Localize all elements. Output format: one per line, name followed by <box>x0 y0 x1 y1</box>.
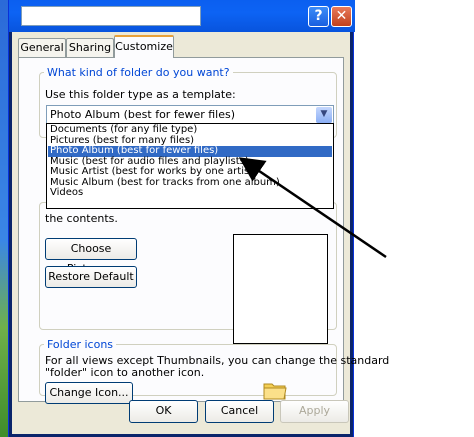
restore-default-button[interactable]: Restore Default <box>45 266 137 288</box>
dropdown-option-music-artist[interactable]: Music Artist (best for works by one arti… <box>48 166 332 178</box>
properties-dialog: ? ✕ General Sharing Customize What kind … <box>8 0 389 437</box>
change-icon-button[interactable]: Change Icon... <box>45 382 133 404</box>
tab-customize[interactable]: Customize <box>114 35 174 58</box>
tab-general[interactable]: General <box>18 38 66 57</box>
close-icon[interactable]: ✕ <box>331 6 352 27</box>
folder-pictures-text: the contents. <box>45 212 118 225</box>
folder-icons-heading: Folder icons <box>44 338 117 351</box>
template-label: Use this folder type as a template: <box>45 88 236 101</box>
folder-type-heading: What kind of folder do you want? <box>44 66 233 79</box>
chevron-down-icon[interactable]: ▼ <box>316 107 332 123</box>
dropdown-option-photo-album[interactable]: Photo Album (best for fewer files) <box>48 145 332 157</box>
choose-picture-button[interactable]: Choose Picture... <box>45 238 137 275</box>
title-bar[interactable]: ? ✕ <box>9 0 355 32</box>
help-icon[interactable]: ? <box>308 6 329 27</box>
dropdown-option-music-album[interactable]: Music Album (best for tracks from one al… <box>48 177 332 189</box>
title-text <box>21 6 201 26</box>
apply-button[interactable]: Apply <box>280 400 349 423</box>
folder-picture-preview <box>233 234 328 344</box>
page-background <box>347 0 474 437</box>
dialog-body: General Sharing Customize What kind of f… <box>12 32 389 434</box>
folder-template-value: Photo Album (best for fewer files) <box>50 108 236 121</box>
tab-sharing[interactable]: Sharing <box>66 38 114 57</box>
folder-icons-description-2: "folder" icon to another icon. <box>45 366 205 379</box>
dropdown-option-documents[interactable]: Documents (for any file type) <box>48 124 332 136</box>
folder-template-select[interactable]: Photo Album (best for fewer files) ▼ <box>46 105 334 125</box>
folder-template-dropdown: Documents (for any file type) Pictures (… <box>46 123 334 209</box>
dropdown-option-videos[interactable]: Videos <box>48 187 332 199</box>
ok-button[interactable]: OK <box>129 400 198 423</box>
cancel-button[interactable]: Cancel <box>205 400 274 423</box>
